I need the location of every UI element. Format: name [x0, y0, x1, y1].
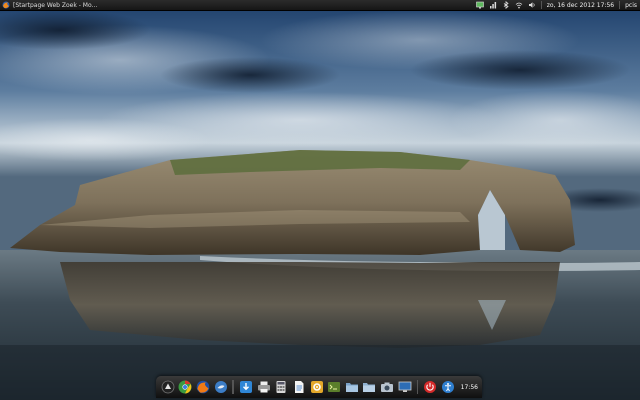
top-panel: [Startpage Web Zoek - Mo... zo, 16 dec 2…: [0, 0, 640, 11]
printer-icon[interactable]: [256, 379, 272, 395]
volume-icon[interactable]: [528, 1, 536, 9]
tray-separator: [540, 1, 542, 9]
camera-icon[interactable]: [379, 379, 395, 395]
chrome-icon[interactable]: [178, 379, 194, 395]
system-tray: zo, 16 dec 2012 17:56 pcis: [475, 1, 640, 9]
firefox-icon: [2, 1, 10, 9]
power-icon[interactable]: [422, 379, 438, 395]
firefox-icon[interactable]: [195, 379, 211, 395]
settings-icon[interactable]: [309, 379, 325, 395]
panel-clock[interactable]: zo, 16 dec 2012 17:56: [547, 2, 614, 9]
calculator-icon[interactable]: [274, 379, 290, 395]
desktop-wallpaper: [0, 0, 640, 400]
download-icon[interactable]: [238, 379, 254, 395]
dock: 17:56: [156, 376, 482, 398]
tray-separator: [619, 1, 621, 9]
dock-clock[interactable]: 17:56: [461, 384, 478, 391]
accessibility-icon[interactable]: [440, 379, 456, 395]
bluetooth-icon[interactable]: [502, 1, 510, 9]
network-icon[interactable]: [489, 1, 497, 9]
dock-separator: [232, 380, 235, 394]
active-window-area[interactable]: [Startpage Web Zoek - Mo...: [0, 1, 476, 9]
terminal-icon[interactable]: [326, 379, 342, 395]
wifi-icon[interactable]: [515, 1, 523, 9]
start-icon[interactable]: [160, 379, 176, 395]
files-icon[interactable]: [344, 379, 360, 395]
document-icon[interactable]: [291, 379, 307, 395]
active-window-title[interactable]: [Startpage Web Zoek - Mo...: [13, 2, 97, 9]
mail-icon[interactable]: [213, 379, 229, 395]
user-menu[interactable]: pcis: [625, 2, 637, 9]
folder-icon[interactable]: [362, 379, 378, 395]
dock-separator: [416, 380, 419, 394]
display-icon[interactable]: [475, 1, 484, 9]
monitor-icon[interactable]: [397, 379, 413, 395]
